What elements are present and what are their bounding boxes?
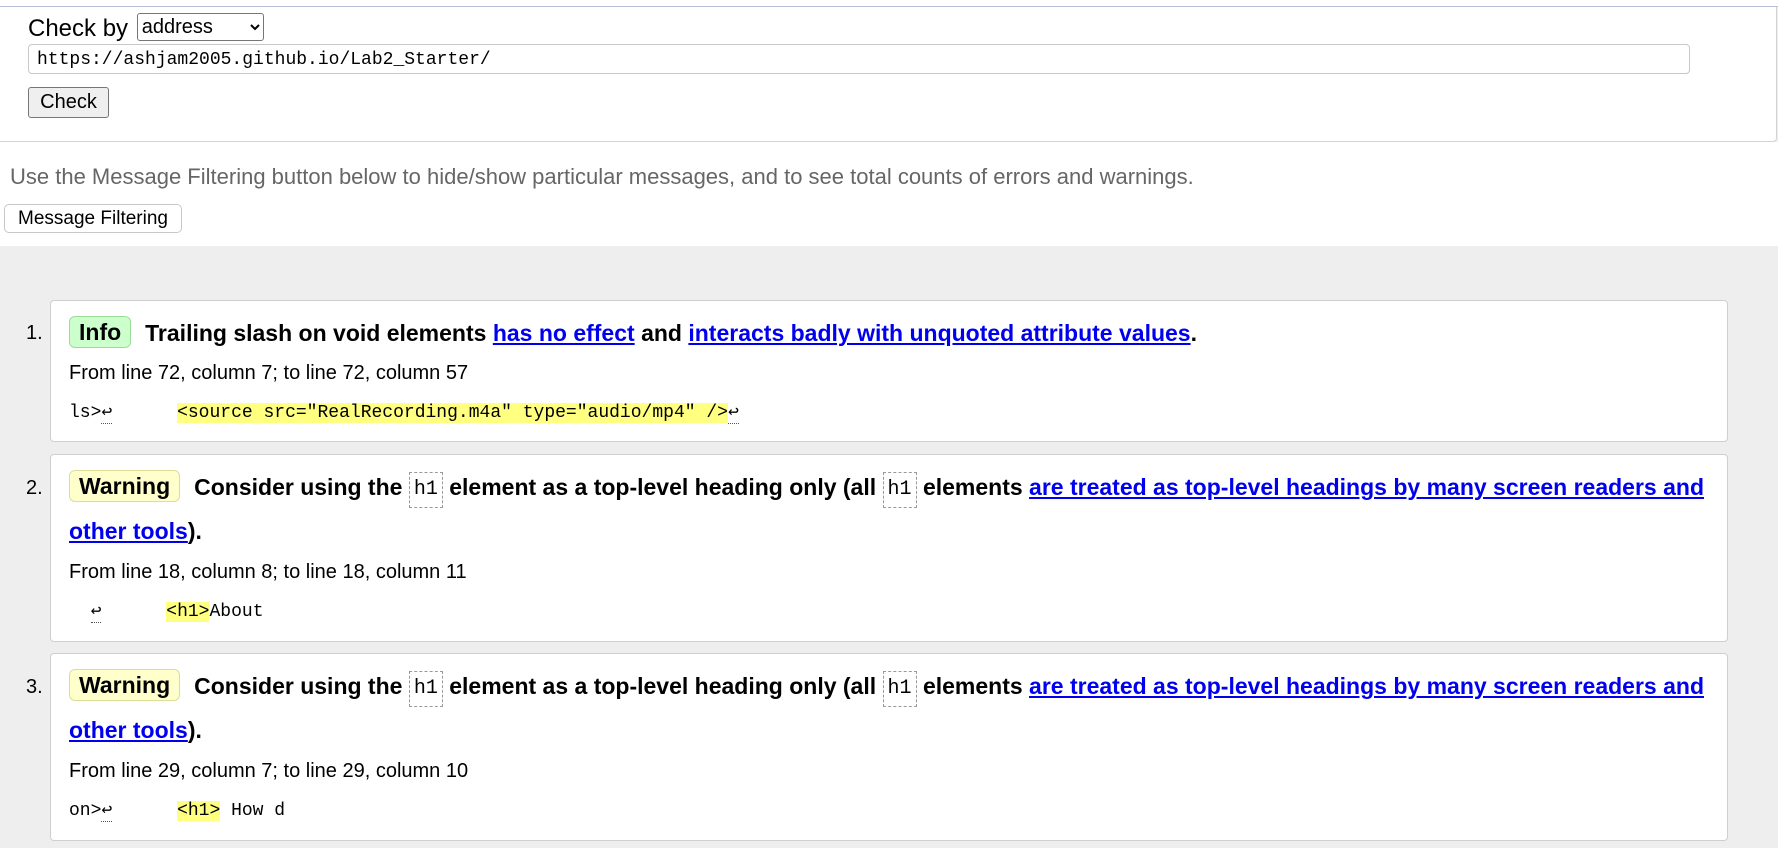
message-warning: Warning Consider using the h1 element as … <box>50 454 1728 642</box>
message-text: and <box>641 320 682 346</box>
message-warning: Warning Consider using the h1 element as … <box>50 653 1728 841</box>
message-location: From line 72, column 7; to line 72, colu… <box>69 362 469 384</box>
message-extract: on>↩ <h1> How d <box>69 799 286 822</box>
check-by-select[interactable]: address <box>136 13 264 41</box>
message-info: Info Trailing slash on void elements has … <box>50 300 1728 442</box>
extract-highlight: <source src="RealRecording.m4a" type="au… <box>177 403 728 423</box>
return-icon: ↩ <box>101 403 113 424</box>
message-text: element as a top-level heading only (all <box>449 474 877 500</box>
message-number: 2. <box>26 477 43 499</box>
message-filtering-button[interactable]: Message Filtering <box>4 204 182 233</box>
message-text: element as a top-level heading only (all <box>449 673 877 699</box>
check-button[interactable]: Check <box>28 87 109 118</box>
code-h1: h1 <box>882 472 917 508</box>
return-icon: ↩ <box>90 602 102 623</box>
message-text: elements <box>922 673 1023 699</box>
check-by-row: Check by address <box>28 13 264 44</box>
check-by-label: Check by <box>28 15 129 42</box>
filter-area: Use the Message Filtering button below t… <box>0 142 1778 246</box>
return-icon: ↩ <box>101 801 113 822</box>
message-heading: Warning Consider using the h1 element as … <box>69 465 1709 553</box>
url-input[interactable]: https://ashjam2005.github.io/Lab2_Starte… <box>28 44 1690 74</box>
message-location: From line 18, column 8; to line 18, colu… <box>69 561 467 583</box>
message-heading: Warning Consider using the h1 element as … <box>69 664 1709 752</box>
message-number: 1. <box>26 322 43 344</box>
code-h1: h1 <box>408 671 443 707</box>
extract-highlight: <h1> <box>166 602 210 622</box>
message-text: . <box>1190 320 1197 346</box>
code-h1: h1 <box>882 671 917 707</box>
return-icon: ↩ <box>727 403 739 424</box>
message-extract: ↩ <h1>About <box>69 600 264 623</box>
message-heading: Info Trailing slash on void elements has … <box>69 311 1709 355</box>
message-location: From line 29, column 7; to line 29, colu… <box>69 760 469 782</box>
extract-text: ls> <box>69 403 102 423</box>
extract-text: How d <box>220 801 286 821</box>
message-extract: ls>↩ <source src="RealRecording.m4a" typ… <box>69 401 739 424</box>
extract-text: on> <box>69 801 102 821</box>
interacts-badly-link[interactable]: interacts badly with unquoted attribute … <box>688 320 1190 346</box>
filter-hint: Use the Message Filtering button below t… <box>10 164 1194 189</box>
warning-badge: Warning <box>69 669 181 701</box>
has-no-effect-link[interactable]: has no effect <box>493 320 635 346</box>
message-text: Trailing slash on void elements <box>145 320 487 346</box>
code-h1: h1 <box>408 472 443 508</box>
extract-highlight: <h1> <box>177 801 221 821</box>
warning-badge: Warning <box>69 470 181 502</box>
extract-text: About <box>209 602 264 622</box>
message-text: elements <box>922 474 1023 500</box>
top-border <box>0 0 1778 7</box>
message-text: Consider using the <box>194 673 403 699</box>
message-text: ). <box>187 518 202 544</box>
info-badge: Info <box>69 316 132 348</box>
message-text: ). <box>187 717 202 743</box>
message-number: 3. <box>26 676 43 698</box>
message-text: Consider using the <box>194 474 403 500</box>
check-form: Check by address https://ashjam2005.gith… <box>0 7 1777 142</box>
